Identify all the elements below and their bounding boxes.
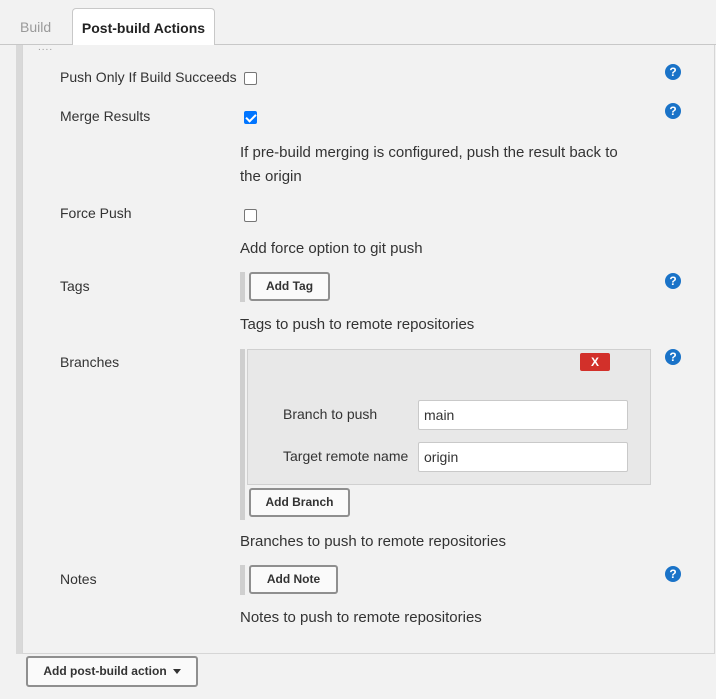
help-icon[interactable]: ? (665, 103, 681, 119)
add-branch-button[interactable]: Add Branch (249, 488, 350, 517)
tab-post-build-actions[interactable]: Post-build Actions (72, 8, 215, 46)
merge-results-label: Merge Results (60, 108, 151, 124)
notes-help: Notes to push to remote repositories (240, 609, 482, 626)
caret-down-icon (172, 669, 181, 675)
force-push-checkbox[interactable] (244, 209, 257, 222)
tags-help: Tags to push to remote repositories (240, 316, 475, 333)
force-push-label: Force Push (60, 205, 132, 221)
help-icon[interactable]: ? (665, 273, 681, 289)
add-note-button[interactable]: Add Note (249, 565, 338, 594)
merge-results-help-line1: If pre-build merging is configured, push… (240, 144, 618, 161)
merge-results-checkbox[interactable] (244, 111, 257, 124)
help-icon[interactable]: ? (665, 349, 681, 365)
branch-to-push-label: Branch to push (283, 406, 378, 422)
add-tag-button[interactable]: Add Tag (249, 272, 330, 301)
target-remote-input[interactable] (418, 442, 628, 472)
tags-bar (240, 272, 245, 302)
tab-build[interactable]: Build (10, 8, 61, 46)
merge-results-help: If pre-build merging is configured, push… (240, 141, 618, 189)
add-post-build-action-button[interactable]: Add post-build action (26, 656, 198, 687)
add-post-build-action-label: Add post-build action (43, 664, 167, 678)
notes-bar (240, 565, 245, 595)
help-icon[interactable]: ? (665, 566, 681, 582)
branches-label: Branches (60, 354, 120, 370)
delete-branch-button[interactable]: X (580, 353, 610, 371)
push-only-checkbox[interactable] (244, 72, 257, 85)
push-only-label: Push Only If Build Succeeds (60, 69, 237, 85)
target-remote-label: Target remote name (283, 448, 409, 464)
tab-bar: Build Post-build Actions (0, 0, 716, 46)
tags-label: Tags (60, 278, 90, 294)
drag-handle-icon[interactable]: .... (38, 43, 53, 53)
merge-results-help-line2: the origin (240, 168, 302, 185)
branches-help: Branches to push to remote repositories (240, 533, 506, 550)
force-push-help: Add force option to git push (240, 240, 423, 257)
notes-label: Notes (60, 571, 97, 587)
branch-to-push-input[interactable] (418, 400, 628, 430)
branches-bar (240, 349, 245, 520)
help-icon[interactable]: ? (665, 64, 681, 80)
